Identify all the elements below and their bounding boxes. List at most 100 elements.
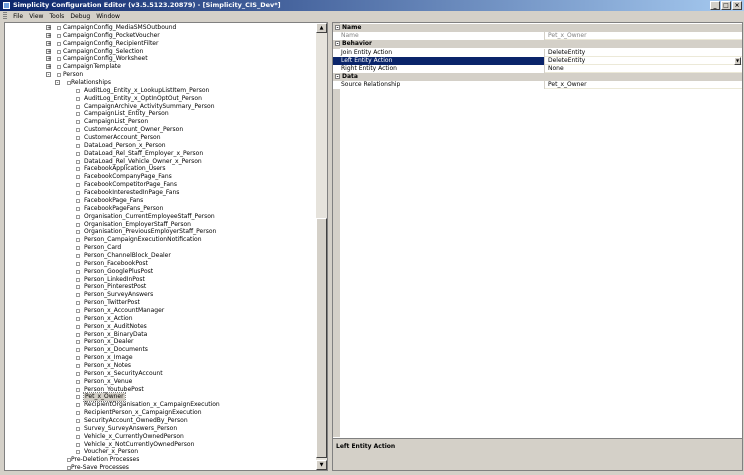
minimize-button[interactable]: _ xyxy=(710,1,720,10)
expand-icon[interactable]: + xyxy=(46,56,51,62)
tree-item[interactable]: SecurityAccount_OwnedBy_Person xyxy=(5,417,315,425)
tree-item[interactable]: AuditLog_Entity_x_LookupListItem_Person xyxy=(5,87,315,95)
tree-item[interactable]: CustomerAccount_Person xyxy=(5,134,315,142)
tree-item[interactable]: FacebookInterestedInPage_Fans xyxy=(5,189,315,197)
tree-item[interactable]: CampaignList_Person xyxy=(5,118,315,126)
tree-item[interactable]: Person_LinkedInPost xyxy=(5,276,315,284)
tree-item[interactable]: Pet_x_Owner xyxy=(5,392,315,403)
expand-icon[interactable]: + xyxy=(46,48,51,54)
tree-item[interactable]: Person_YoutubePost xyxy=(5,386,315,394)
tree-item[interactable]: RecipientOrganisation_x_CampaignExecutio… xyxy=(5,401,315,409)
tree-item[interactable]: Person_GooglePlusPost xyxy=(5,268,315,276)
tree-item[interactable]: - Relationships xyxy=(5,79,315,87)
tree-item[interactable]: + CampaignConfig_PocketVoucher xyxy=(5,32,315,40)
property-value[interactable]: DeleteEntity xyxy=(546,49,742,57)
tree-item[interactable]: Vehicle_x_NotCurrentlyOwnedPerson xyxy=(5,441,315,449)
property-category[interactable]: - Name xyxy=(333,24,742,32)
tree-item[interactable]: Voucher_x_Person xyxy=(5,448,315,456)
tree-item[interactable]: AuditLog_Entity_x_OptInOptOut_Person xyxy=(5,95,315,103)
tree-item[interactable]: Person_x_Notes xyxy=(5,362,315,370)
property-name[interactable]: Right Entity Action xyxy=(333,65,545,73)
expand-icon[interactable]: + xyxy=(46,64,51,70)
tree-item[interactable]: Pre-Deletion Processes xyxy=(5,456,315,464)
menu-window[interactable]: Window xyxy=(94,12,122,22)
dropdown-arrow-icon[interactable]: ▼ xyxy=(734,56,741,65)
collapse-icon[interactable]: - xyxy=(46,72,51,78)
tree-item[interactable]: Person_x_BinaryData xyxy=(5,331,315,339)
tree-item[interactable]: Pre-Save Processes xyxy=(5,464,315,470)
property-name[interactable]: Join Entity Action xyxy=(333,48,545,57)
tree-item[interactable]: Survey_SurveyAnswers_Person xyxy=(5,425,315,433)
config-tree[interactable]: + CampaignConfig_MediaSMSOutbound + Campaig… xyxy=(5,23,317,470)
tree-item[interactable]: DataLoad_Rel_Vehicle_Owner_x_Person xyxy=(5,158,315,166)
tree-item[interactable]: Person_x_Action xyxy=(5,315,315,323)
property-value[interactable]: DeleteEntity xyxy=(546,57,742,65)
tree-item[interactable]: Person_x_Image xyxy=(5,354,315,362)
scroll-up-icon[interactable]: ▲ xyxy=(316,23,327,33)
tree-item[interactable]: Person_x_AuditNotes xyxy=(5,323,315,331)
expand-icon[interactable]: + xyxy=(46,32,51,38)
property-row[interactable]: Join Entity Action DeleteEntity xyxy=(333,48,742,57)
tree-item[interactable]: Person_x_SecurityAccount xyxy=(5,370,315,378)
tree-item[interactable]: Person_x_Dealer xyxy=(5,338,315,346)
collapse-icon[interactable]: - xyxy=(335,41,340,47)
menu-debug[interactable]: Debug xyxy=(68,12,92,22)
collapse-icon[interactable]: - xyxy=(335,25,340,31)
tree-item[interactable]: CustomerAccount_Owner_Person xyxy=(5,126,315,134)
menu-file[interactable]: File xyxy=(11,12,25,22)
tree-item[interactable]: FacebookApplication_Users xyxy=(5,165,315,173)
menu-tools[interactable]: Tools xyxy=(48,12,67,22)
scroll-thumb[interactable] xyxy=(316,218,327,458)
tree-item[interactable]: CampaignArchive_ActivitySummary_Person xyxy=(5,103,315,111)
tree-item[interactable]: FacebookCompanyPage_Fans xyxy=(5,173,315,181)
tree-item[interactable]: Person_Card xyxy=(5,244,315,252)
tree-item[interactable]: DataLoad_Person_x_Person xyxy=(5,142,315,150)
tree-item[interactable]: + CampaignConfig_MediaSMSOutbound xyxy=(5,24,315,32)
tree-item[interactable]: CampaignList_Entity_Person xyxy=(5,110,315,118)
collapse-icon[interactable]: - xyxy=(55,80,60,86)
tree-item[interactable]: FacebookCompetitorPage_Fans xyxy=(5,181,315,189)
tree-item[interactable]: Person_x_AccountManager xyxy=(5,307,315,315)
property-category[interactable]: - Behavior xyxy=(333,40,742,49)
tree-item[interactable]: + CampaignTemplate xyxy=(5,63,315,71)
tree-item[interactable]: Organisation_CurrentEmployeeStaff_Person xyxy=(5,213,315,221)
maximize-button[interactable]: □ xyxy=(721,1,731,10)
tree-item[interactable]: Person_ChannelBlock_Dealer xyxy=(5,252,315,260)
tree-item[interactable]: RecipientPerson_x_CampaignExecution xyxy=(5,409,315,417)
tree-item[interactable]: Organisation_EmployerStaff_Person xyxy=(5,221,315,229)
menu-view[interactable]: View xyxy=(27,12,45,22)
tree-item[interactable]: Person_SurveyAnswers xyxy=(5,291,315,299)
tree-item[interactable]: + CampaignConfig_RecipientFilter xyxy=(5,40,315,48)
scroll-down-icon[interactable]: ▼ xyxy=(316,460,327,470)
tree-item[interactable]: Person_TwitterPost xyxy=(5,299,315,307)
tree-item[interactable]: Person_x_Venue xyxy=(5,378,315,386)
property-row[interactable]: Left Entity Action DeleteEntity ▼ xyxy=(333,56,742,65)
tree-item[interactable]: FacebookPage_Fans xyxy=(5,197,315,205)
property-name[interactable]: Left Entity Action xyxy=(333,56,545,65)
expand-icon[interactable]: + xyxy=(46,40,51,46)
property-row[interactable]: Right Entity Action None xyxy=(333,65,742,73)
property-row[interactable]: Source Relationship Pet_x_Owner xyxy=(333,81,742,90)
close-button[interactable]: × xyxy=(732,1,742,10)
property-value[interactable]: Pet_x_Owner xyxy=(546,81,742,89)
property-category[interactable]: - Data xyxy=(333,73,742,82)
tree-item[interactable]: DataLoad_Rel_Staff_Employer_x_Person xyxy=(5,150,315,158)
tree-item[interactable]: + CampaignConfig_Worksheet xyxy=(5,55,315,63)
property-name[interactable]: Source Relationship xyxy=(333,81,545,90)
tree-vertical-scrollbar[interactable]: ▲ ▼ xyxy=(316,23,327,470)
collapse-icon[interactable]: - xyxy=(335,74,340,80)
tree-item[interactable]: FacebookPageFans_Person xyxy=(5,205,315,213)
tree-item[interactable]: Person_CampaignExecutionNotification xyxy=(5,236,315,244)
tree-item[interactable]: Person_x_Documents xyxy=(5,346,315,354)
property-name[interactable]: Name xyxy=(333,32,545,41)
tree-item[interactable]: Person_FacebookPost xyxy=(5,260,315,268)
tree-item[interactable]: + CampaignConfig_Selection xyxy=(5,48,315,56)
expand-icon[interactable]: + xyxy=(46,25,51,31)
tree-item[interactable]: - Person xyxy=(5,71,315,79)
property-value[interactable]: None xyxy=(546,65,742,73)
tree-item[interactable]: Vehicle_x_CurrentlyOwnedPerson xyxy=(5,433,315,441)
tree-item[interactable]: Organisation_PreviousEmployerStaff_Perso… xyxy=(5,228,315,236)
tree-item[interactable]: Person_PinterestPost xyxy=(5,283,315,291)
property-row[interactable]: Name Pet_x_Owner xyxy=(333,32,742,41)
property-grid[interactable]: - Name Name Pet_x_Owner - Behavior Join Entity… xyxy=(333,23,742,437)
